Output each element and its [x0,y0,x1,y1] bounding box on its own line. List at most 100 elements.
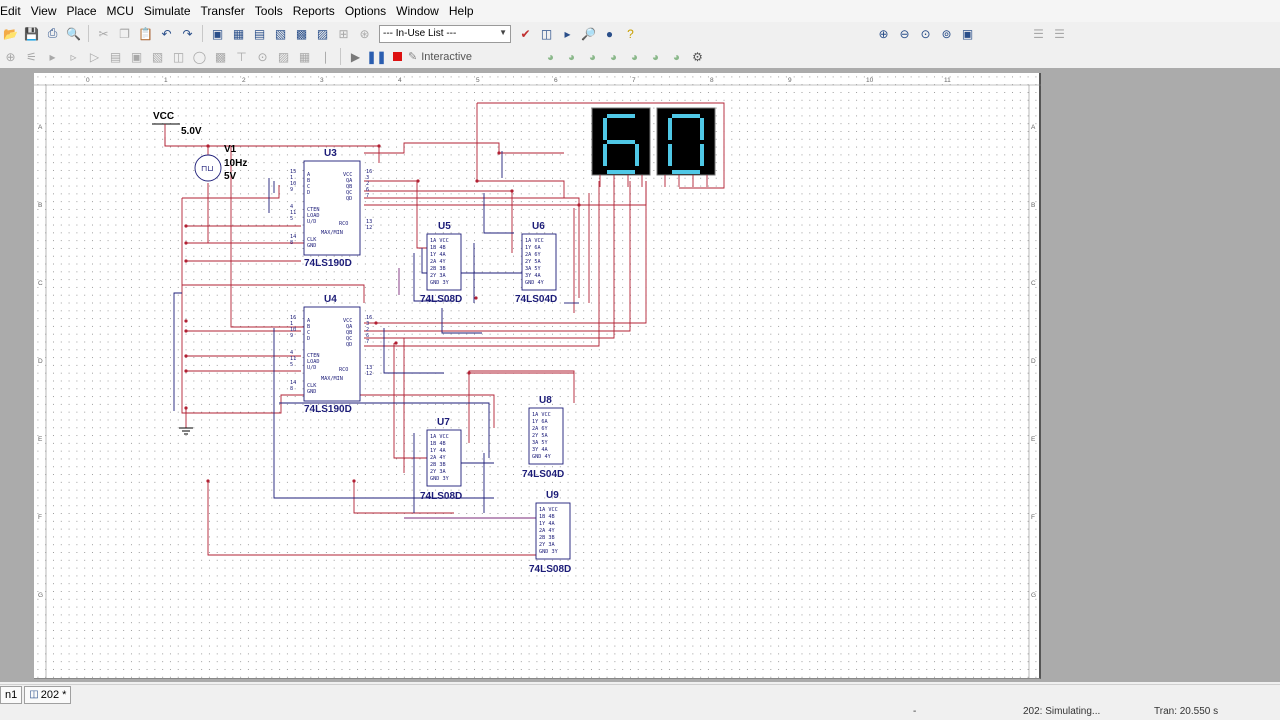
multimeter-icon[interactable]: ◫ [537,24,556,43]
power-icon[interactable]: ◯ [190,47,209,66]
globe-icon[interactable]: ● [600,24,619,43]
align-left-icon[interactable]: ☰ [1029,24,1048,43]
print-icon[interactable]: ⎙ [43,24,62,43]
open-icon[interactable]: 📂 [1,24,20,43]
hierarchical-icon[interactable]: ▦ [295,47,314,66]
basic-icon[interactable]: ⚟ [22,47,41,66]
ground-symbol [179,408,193,435]
stop-icon[interactable] [393,52,402,61]
svg-text:MAX/MIN: MAX/MIN [321,376,343,382]
backannotate-icon[interactable]: ⊛ [355,24,374,43]
toolbar-separator [88,25,89,42]
vcc-symbol[interactable]: VCC 5.0V [152,111,202,146]
help-icon[interactable]: ? [621,24,640,43]
probe-ref-icon[interactable]: ◕ [625,47,644,66]
probe-power-icon[interactable]: ◕ [583,47,602,66]
mcu-icon[interactable]: ▨ [274,47,293,66]
segment-b [700,118,704,140]
chip-u5[interactable]: U5 74LS08D 1A VCC1B 4B 1Y 4A2A 4Y 2B 3B2… [420,221,462,305]
ttl-icon[interactable]: ▤ [106,47,125,66]
clock-source-v1[interactable]: ⊓⊔ V1 10Hz 5V [194,144,247,182]
svg-text:D: D [307,190,310,196]
chip-ref: U6 [532,221,545,232]
indicator-icon[interactable]: ◫ [169,47,188,66]
chip-u8[interactable]: U8 74LS04D 1A VCC1Y 6A 2A 6Y2Y 5A 3A 5Y3… [522,395,564,480]
chip-u3[interactable]: U3 74LS190D AB CD CTENLOAD U/DCLK GND VC… [290,148,372,269]
vertical-scrollbar[interactable] [1262,68,1280,682]
probe-voltage-icon[interactable]: ◕ [541,47,560,66]
probe-settings-icon[interactable]: ◕ [667,47,686,66]
interactive-mode-label[interactable]: Interactive [421,51,472,63]
chip-u6[interactable]: U6 74LS04D 1A VCC1Y 6A 2A 6Y2Y 5A 3A 5Y3… [515,221,557,305]
svg-text:1B 4B: 1B 4B [539,514,555,520]
svg-text:2Y 3A: 2Y 3A [430,469,446,475]
in-use-list-select[interactable]: --- In-Use List --- ▼ [379,24,511,43]
transistor-icon[interactable]: ▹ [64,47,83,66]
tab-202[interactable]: ◫ 202 * [24,685,72,704]
zoom-out-icon[interactable]: ⊖ [895,24,914,43]
gear-icon[interactable]: ⚙ [688,47,707,66]
menu-simulate[interactable]: Simulate [139,0,196,22]
svg-text:RCO: RCO [339,221,348,227]
segment-e [603,144,607,166]
component-icon[interactable]: ▧ [271,24,290,43]
menu-reports[interactable]: Reports [288,0,340,22]
misc-icon[interactable]: ▩ [211,47,230,66]
menu-help[interactable]: Help [444,0,479,22]
menu-window[interactable]: Window [391,0,444,22]
pause-icon[interactable]: ❚❚ [366,47,386,66]
bus-icon[interactable]: ∣ [316,47,335,66]
spreadsheet-icon[interactable]: ▦ [229,24,248,43]
menu-place[interactable]: Place [61,0,101,22]
search-icon[interactable]: 🔎 [579,24,598,43]
analog-icon[interactable]: ▷ [85,47,104,66]
probe-current-icon[interactable]: ◕ [562,47,581,66]
vcc-value: 5.0V [181,126,202,137]
ruler-tick-label: 8 [710,77,714,84]
zoom-in-icon[interactable]: ⊕ [874,24,893,43]
paste-icon[interactable]: 📋 [136,24,155,43]
grapher-icon[interactable]: ▤ [250,24,269,43]
chip-part: 74LS08D [420,491,462,502]
redo-icon[interactable]: ↷ [178,24,197,43]
tab-n1[interactable]: n1 [0,685,23,704]
chip-u4[interactable]: U4 74LS190D AB CD CTENLOAD U/DCLK GND VC… [290,294,372,415]
menu-mcu[interactable]: MCU [102,0,139,22]
probe-digital-icon[interactable]: ◕ [646,47,665,66]
cmos-icon[interactable]: ▣ [127,47,146,66]
copy-icon[interactable]: ❐ [115,24,134,43]
menu-options[interactable]: Options [340,0,391,22]
menu-transfer[interactable]: Transfer [196,0,250,22]
zoom-area-icon[interactable]: ⊙ [916,24,935,43]
menu-view[interactable]: View [26,0,62,22]
seven-segment-tens[interactable] [591,107,651,187]
database-icon[interactable]: ▩ [292,24,311,43]
svg-text:12: 12 [366,225,372,231]
postprocessor-icon[interactable]: ▨ [313,24,332,43]
probe-diff-icon[interactable]: ◕ [604,47,623,66]
erc-icon[interactable]: ⊞ [334,24,353,43]
electromech-icon[interactable]: ⊙ [253,47,272,66]
source-icon[interactable]: ⊕ [1,47,20,66]
instrument-icon[interactable]: ▸ [558,24,577,43]
align-right-icon[interactable]: ☰ [1050,24,1069,43]
print-preview-icon[interactable]: 🔍 [64,24,83,43]
seven-segment-ones[interactable] [656,107,716,187]
cut-icon[interactable]: ✂ [94,24,113,43]
menu-edit[interactable]: Edit [0,0,26,22]
mixed-icon[interactable]: ▧ [148,47,167,66]
chip-u7[interactable]: U7 74LS08D 1A VCC1B 4B 1Y 4A2A 4Y 2B 3B2… [420,417,462,502]
undo-icon[interactable]: ↶ [157,24,176,43]
diode-icon[interactable]: ▸ [43,47,62,66]
full-screen-icon[interactable]: ▣ [958,24,977,43]
schematic-canvas[interactable]: 0 1 2 3 4 5 6 7 8 9 10 11 ABCDEFG ABCDEFG [34,73,1041,679]
probe-icon[interactable]: ✔ [516,24,535,43]
svg-text:2B 3B: 2B 3B [539,535,555,541]
run-icon[interactable]: ▶ [346,47,365,66]
design-toolbox-icon[interactable]: ▣ [208,24,227,43]
chip-u9[interactable]: U9 74LS08D 1A VCC1B 4B 1Y 4A2A 4Y 2B 3B2… [529,490,571,575]
rf-icon[interactable]: ⊤ [232,47,251,66]
save-icon[interactable]: 💾 [22,24,41,43]
menu-tools[interactable]: Tools [250,0,288,22]
zoom-fit-icon[interactable]: ⊚ [937,24,956,43]
